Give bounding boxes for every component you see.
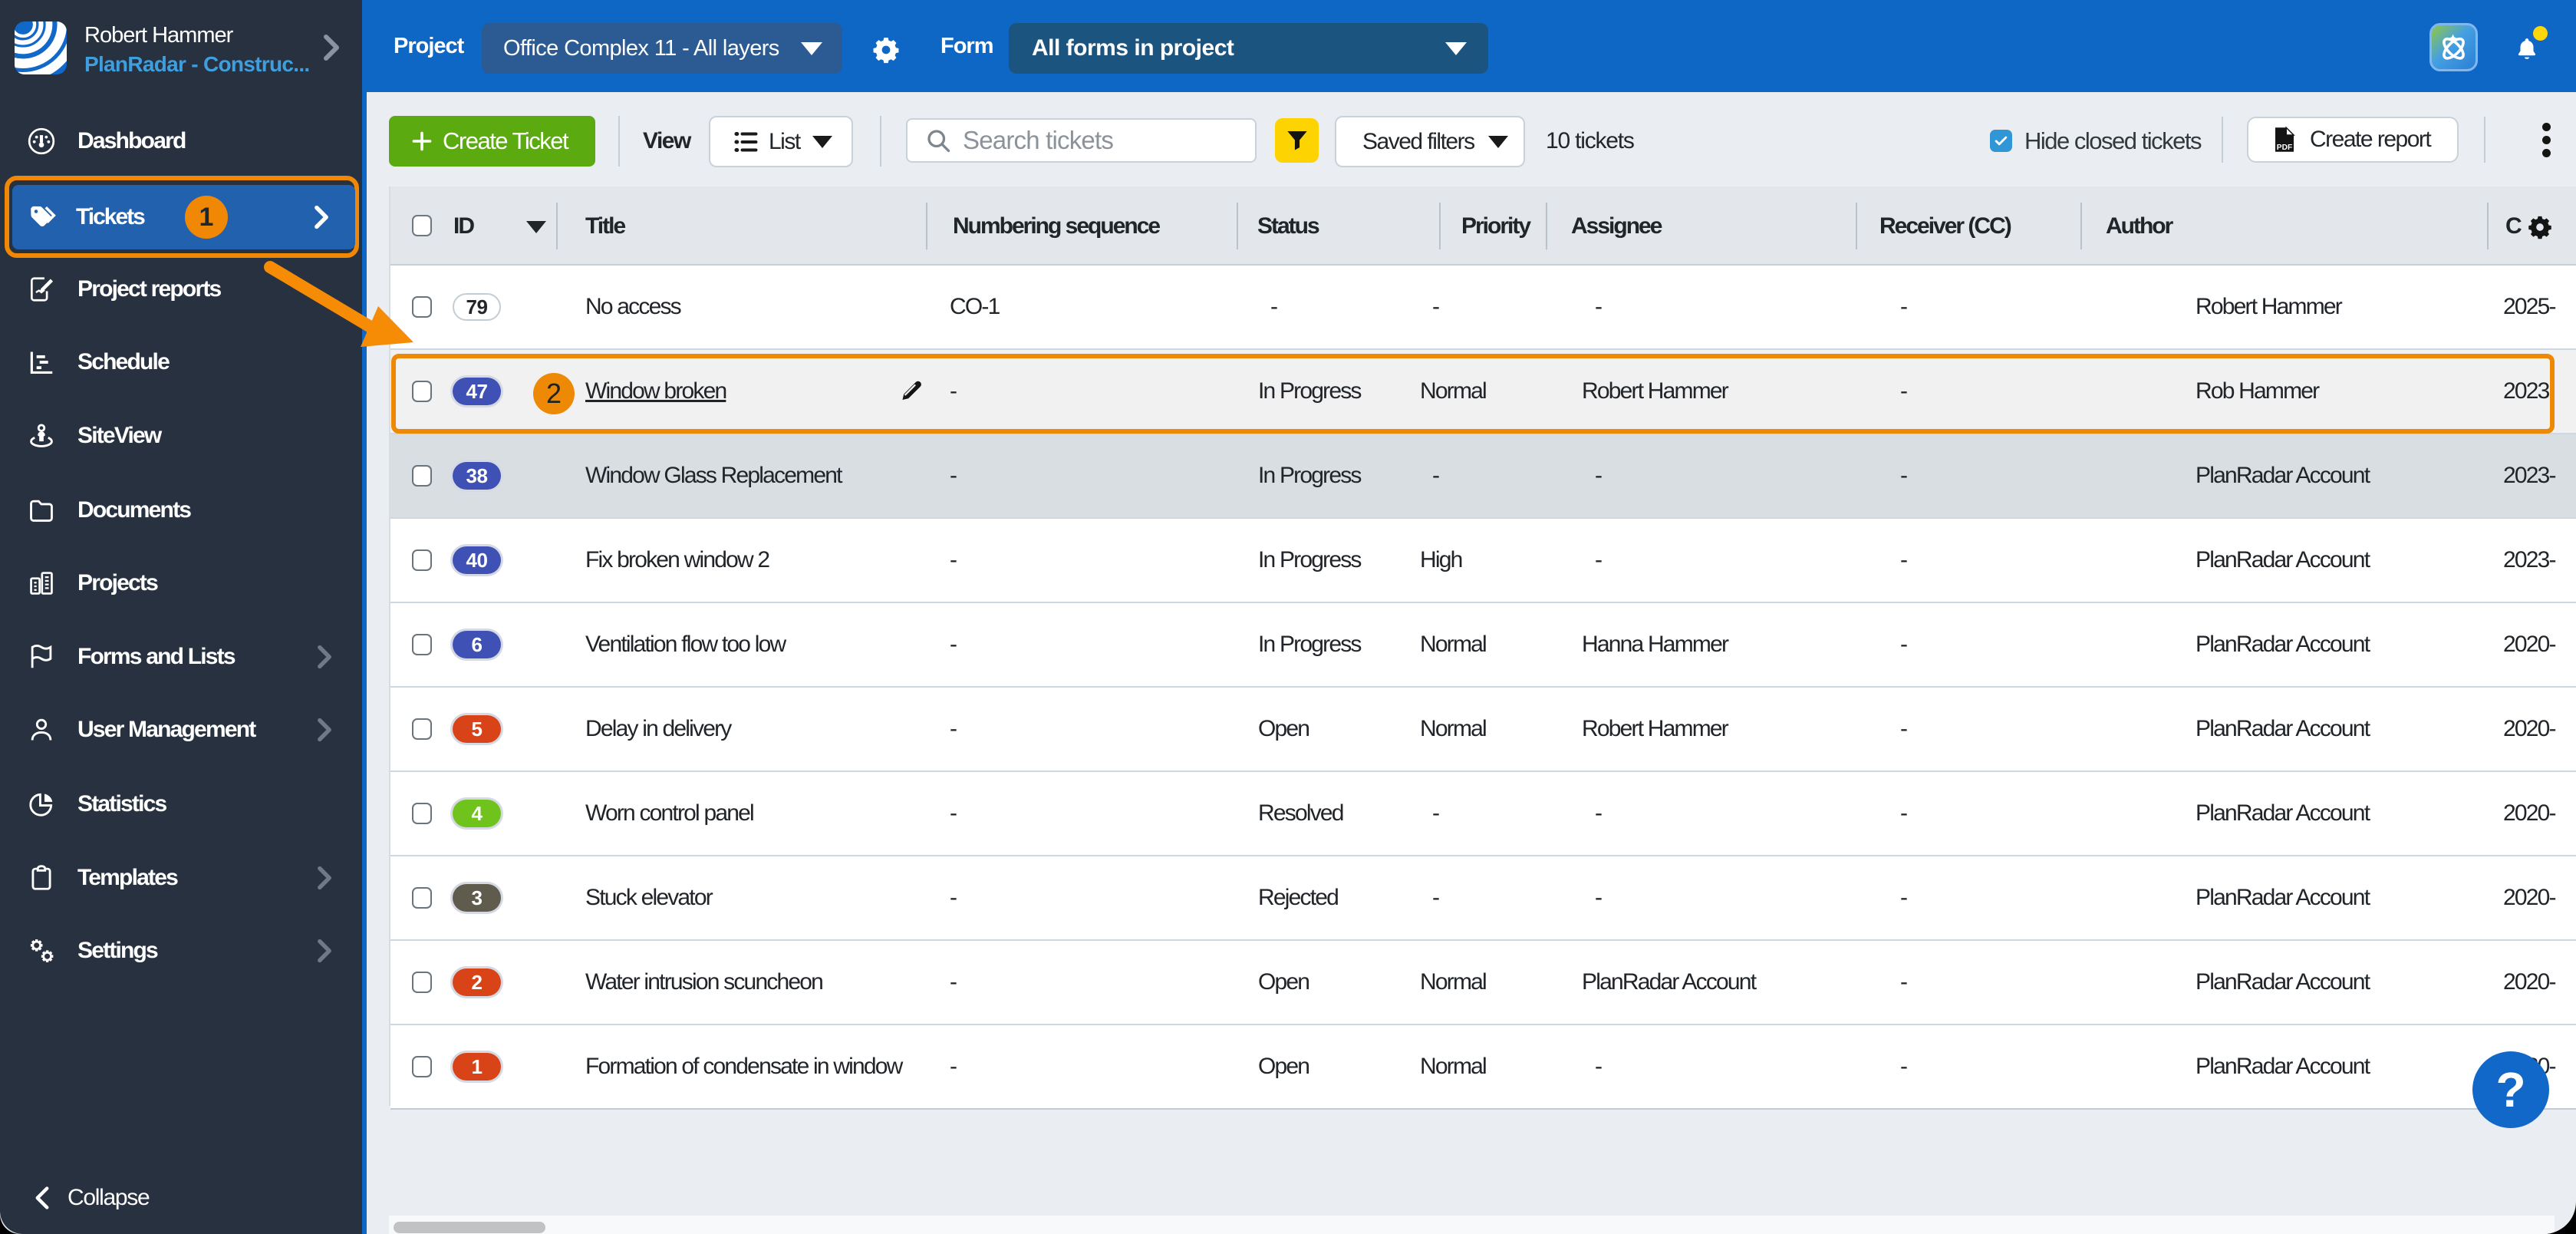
svg-text:PDF: PDF [2277, 144, 2292, 152]
